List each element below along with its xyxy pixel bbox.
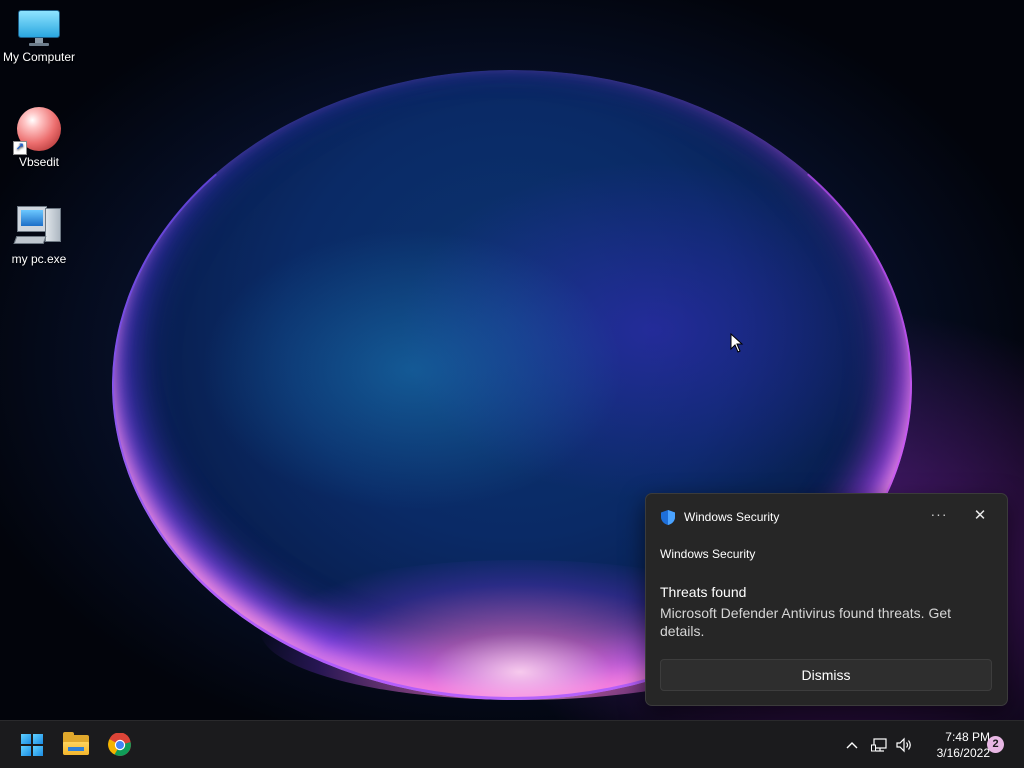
chevron-up-icon (846, 742, 858, 749)
notification-badge[interactable]: 2 (987, 736, 1004, 753)
volume-button[interactable] (892, 733, 916, 757)
file-explorer-button[interactable] (58, 727, 94, 763)
desktop-icon-my-pc-exe[interactable]: my pc.exe (0, 204, 78, 266)
toast-attribution: Windows Security (660, 547, 756, 561)
chrome-button[interactable] (102, 727, 138, 763)
computer-exe-icon (13, 204, 63, 248)
desktop-icon-vbsedit[interactable]: ↗ Vbsedit (0, 107, 78, 169)
network-icon (871, 738, 887, 752)
taskbar: 7:48 PM 3/16/2022 2 (0, 720, 1024, 768)
clock-date: 3/16/2022 (936, 746, 990, 760)
mouse-cursor-icon (730, 333, 744, 353)
desktop-icon-label: My Computer (2, 50, 76, 64)
security-toast[interactable]: Windows Security ··· ✕ Windows Security … (645, 493, 1008, 706)
dismiss-button[interactable]: Dismiss (660, 659, 992, 691)
start-button[interactable] (14, 727, 50, 763)
desktop-icon-my-computer[interactable]: My Computer (0, 10, 78, 64)
clock-time: 7:48 PM (945, 730, 990, 744)
network-button[interactable] (868, 733, 892, 757)
toast-body: Microsoft Defender Antivirus found threa… (660, 605, 952, 639)
file-explorer-icon (63, 732, 89, 755)
more-options-button[interactable]: ··· (927, 506, 951, 526)
shield-icon (661, 509, 675, 525)
start-icon (21, 734, 43, 756)
desktop-icon-label: Vbsedit (18, 155, 60, 169)
speaker-icon (896, 737, 911, 753)
sphere-shortcut-icon: ↗ (13, 107, 61, 155)
chrome-icon (108, 733, 131, 756)
toast-title: Threats found (660, 584, 747, 600)
desktop-icon-label: my pc.exe (11, 252, 67, 266)
clock-button[interactable]: 7:48 PM 3/16/2022 (918, 729, 990, 761)
shortcut-arrow-icon: ↗ (13, 141, 27, 155)
monitor-icon (18, 10, 60, 46)
toast-app-name: Windows Security (684, 510, 780, 524)
close-button[interactable]: ✕ (969, 506, 991, 528)
show-hidden-icons-button[interactable] (840, 733, 864, 757)
